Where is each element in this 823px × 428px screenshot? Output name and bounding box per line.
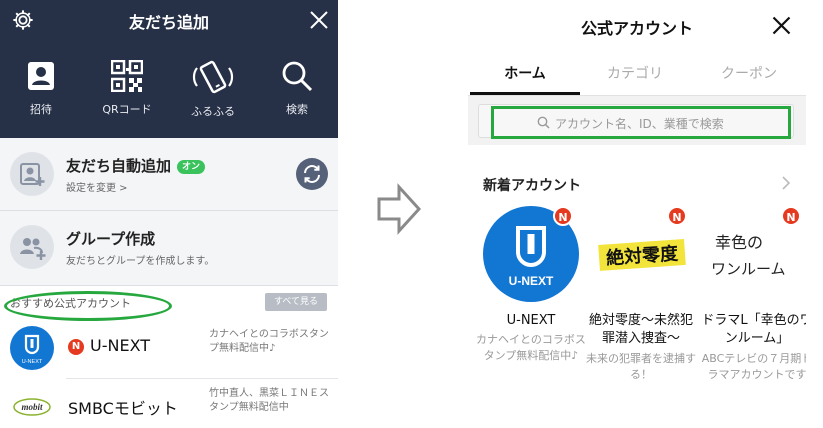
quick-action-label: ふるふる (191, 105, 235, 118)
tab-coupon[interactable]: クーポン (694, 63, 804, 83)
see-all-button[interactable]: すべて見る (265, 293, 327, 311)
auto-add-settings-link[interactable]: 設定を変更 > (66, 179, 128, 194)
account-name: SMBCモビット (68, 399, 178, 418)
create-group-subtitle: 友だちとグループを作成します。 (66, 256, 215, 267)
quick-action-search[interactable]: 検索 (257, 60, 337, 117)
quick-action-label: 検索 (286, 103, 308, 116)
mobit-logo-text: mobit (21, 402, 43, 412)
mobit-logo-mark: mobit (13, 398, 51, 416)
card-name: U-NEXT (506, 313, 556, 328)
create-group-row[interactable]: グループ作成 友だちとグループを作成します。 (0, 211, 338, 285)
account-name: N U-NEXT (68, 336, 150, 355)
tab-home[interactable]: ホーム (470, 63, 580, 83)
new-badge: N (667, 206, 687, 226)
unext-logo-text: U-NEXT (509, 274, 554, 288)
refresh-icon (304, 165, 320, 183)
highlight-ellipse (4, 291, 172, 321)
quick-action-label: 招待 (30, 103, 52, 116)
new-badge: N (68, 339, 84, 355)
list-item[interactable]: mobit SMBCモビット 竹中直人、黒菜ＬＩＮＥスタンプ無料配信中 (0, 381, 338, 428)
add-person-icon (20, 163, 45, 186)
new-badge: N (781, 206, 801, 226)
card-desc: カナヘイとのコラボスタンプ無料配信中♪ (476, 333, 586, 362)
account-desc: 竹中直人、黒菜ＬＩＮＥスタンプ無料配信中 (209, 388, 329, 413)
qr-code-icon (111, 60, 143, 92)
close-icon[interactable] (309, 10, 329, 30)
sachiiro-logo-line1: 幸色の (715, 233, 763, 252)
auto-add-avatar (10, 152, 54, 196)
highlight-box (491, 106, 791, 139)
unext-logo-text: U-NEXT (22, 359, 43, 365)
mobit-logo: mobit (10, 385, 54, 428)
list-item[interactable]: U-NEXT N U-NEXT カナヘイとのコラボスタンプ無料配信中♪ (0, 322, 338, 370)
unext-logo-mark: U-NEXT (22, 334, 43, 365)
divider (66, 378, 338, 379)
new-accounts-title: 新着アカウント (483, 178, 581, 194)
create-group-title: グループ作成 (66, 230, 156, 248)
auto-add-friends-row[interactable]: 友だち自動追加 オン 設定を変更 > (0, 139, 338, 210)
official-accounts-panel: 公式アカウント ホーム カテゴリ クーポン アカウント名、ID、業種で検索 新着… (468, 0, 806, 428)
group-avatar (10, 225, 54, 269)
search-icon (282, 61, 313, 92)
add-friends-panel: 友だち追加 招待 QRコード ふるふる 検索 友だち自動追加 オン 設定を変更 … (0, 0, 338, 428)
tab-category[interactable]: カテゴリ (580, 63, 690, 83)
shake-phone-icon (192, 60, 234, 94)
add-friends-header: 友だち追加 招待 QRコード ふるふる 検索 (0, 0, 338, 138)
arrow-right-icon (377, 183, 422, 235)
quick-action-shake[interactable]: ふるふる (173, 60, 253, 119)
card-desc: 未来の犯罪者を逮捕する！ (586, 352, 696, 381)
invite-icon (28, 62, 54, 90)
account-name-text: U-NEXT (90, 336, 151, 355)
auto-add-title-text: 友だち自動追加 (66, 157, 172, 175)
quick-action-invite[interactable]: 招待 (1, 60, 81, 117)
sachiiro-logo-line2: ワンルーム (711, 260, 786, 278)
sync-button[interactable] (296, 158, 328, 190)
card-name: 絶対零度〜未然犯罪潜入捜査〜 (588, 313, 693, 346)
account-desc: カナヘイとのコラボスタンプ無料配信中♪ (209, 329, 329, 354)
quick-action-label: QRコード (102, 103, 152, 116)
card-desc: ABCテレビの７月期ドラマアカウントです (701, 352, 806, 381)
on-badge: オン (177, 159, 206, 174)
quick-action-qr[interactable]: QRコード (87, 60, 167, 117)
unext-logo: U-NEXT (10, 326, 54, 370)
page-title: 友だち追加 (128, 13, 209, 32)
close-icon[interactable] (772, 16, 791, 35)
new-badge: N (553, 206, 573, 226)
card-name: ドラマL「幸色のワンルーム」 (701, 313, 806, 346)
page-title: 公式アカウント (580, 19, 693, 38)
auto-add-title: 友だち自動追加 オン (66, 155, 206, 176)
chevron-right-icon[interactable] (780, 175, 792, 191)
group-add-icon (20, 238, 46, 260)
